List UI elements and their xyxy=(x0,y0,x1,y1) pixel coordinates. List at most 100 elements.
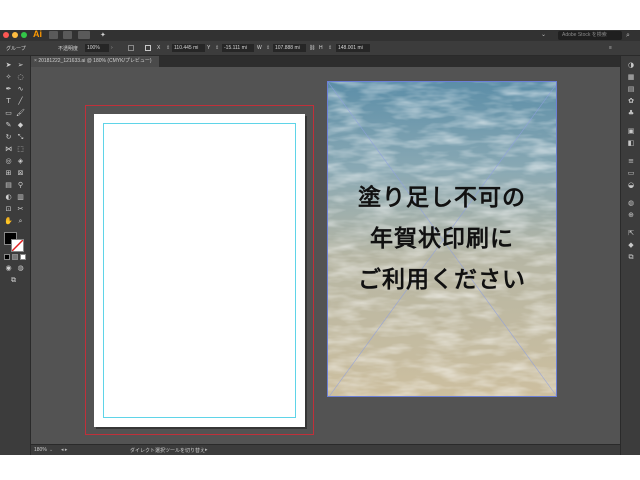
recolor-icon[interactable] xyxy=(128,45,134,51)
opacity-field[interactable]: 100% xyxy=(85,44,109,52)
zoom-level[interactable]: 180% xyxy=(34,447,47,453)
status-play-icon[interactable]: ▸ xyxy=(205,447,208,453)
align-icon[interactable] xyxy=(145,45,151,51)
constrain-proportions-icon[interactable]: ⛓ xyxy=(309,45,315,51)
transparency-panel-icon[interactable]: ◒ xyxy=(627,182,635,189)
gradient-panel-icon[interactable]: ▭ xyxy=(627,170,635,177)
links-panel-icon[interactable]: ⊕ xyxy=(627,212,635,219)
illustrator-window: Ai ✦ ⌄ Adobe Stock を検索 ⌕ グループ 不透明度 100% … xyxy=(0,30,640,455)
direct-selection-tool-icon[interactable]: ➢ xyxy=(16,61,25,70)
artboard-nav-icon[interactable]: ◂ ▸ xyxy=(61,447,67,453)
image-trace-icon[interactable]: ◍ xyxy=(627,200,635,207)
rotate-tool-icon[interactable]: ↻ xyxy=(4,133,13,142)
scale-tool-icon[interactable]: ⤡ xyxy=(16,133,25,142)
gpu-performance-icon[interactable]: ✦ xyxy=(100,31,110,39)
app-logo: Ai xyxy=(33,30,42,39)
document-tab-title: 20181222_121633.ai @ 180% (CMYK/プレビュー) xyxy=(38,58,152,64)
curvature-tool-icon[interactable]: ∿ xyxy=(16,85,25,94)
selection-type-label: グループ xyxy=(6,46,26,52)
color-mode-icon[interactable] xyxy=(4,254,10,260)
lasso-tool-icon[interactable]: ◌ xyxy=(16,73,25,82)
rectangle-tool-icon[interactable]: ▭ xyxy=(4,109,13,118)
opacity-chevron-icon[interactable]: › xyxy=(111,45,113,51)
brushes-panel-icon[interactable]: ✿ xyxy=(627,98,635,105)
control-bar-menu-icon[interactable]: ≡ xyxy=(609,45,612,51)
stock-search-input[interactable]: Adobe Stock を検索 xyxy=(558,31,622,40)
workspace-chevron-icon[interactable]: ⌄ xyxy=(541,31,549,39)
color-guide-icon[interactable]: ▦ xyxy=(627,74,635,81)
mesh-tool-icon[interactable]: ⊠ xyxy=(16,169,25,178)
hand-tool-icon[interactable]: ✋ xyxy=(4,217,13,226)
w-stepper-icon[interactable]: ⇕ xyxy=(266,45,270,51)
magic-wand-tool-icon[interactable]: ✧ xyxy=(4,73,13,82)
artboard-tool-icon[interactable]: ⊡ xyxy=(4,205,13,214)
x-stepper-icon[interactable]: ⇕ xyxy=(166,45,170,51)
pencil-tool-icon[interactable]: ✎ xyxy=(4,121,13,130)
line-tool-icon[interactable]: ╱ xyxy=(16,97,25,106)
graphic-styles-icon[interactable]: ▣ xyxy=(627,128,635,135)
none-mode-icon[interactable] xyxy=(20,254,26,260)
eyedropper-tool-icon[interactable]: ⚲ xyxy=(16,181,25,190)
close-window-button[interactable] xyxy=(3,32,9,38)
control-bar: グループ 不透明度 100% › X ⇕ 110.445 mi Y ⇕ -15.… xyxy=(0,41,640,56)
screen-mode-icon[interactable]: ⧉ xyxy=(9,276,18,285)
gradient-mode-icon[interactable] xyxy=(12,254,18,260)
y-position-field[interactable]: -15.111 mi xyxy=(222,44,254,52)
notice-text-block[interactable]: 塗り足し不可の 年賀状印刷に ご利用ください xyxy=(328,178,556,301)
color-panel-icon[interactable]: ◑ xyxy=(627,62,635,69)
eraser-tool-icon[interactable]: ◆ xyxy=(16,121,25,130)
gradient-tool-icon[interactable]: ▤ xyxy=(4,181,13,190)
symbols-panel-icon[interactable]: ♣ xyxy=(627,110,635,117)
height-field[interactable]: 148.001 mi xyxy=(336,44,370,52)
layers-panel-icon[interactable]: ◆ xyxy=(627,242,635,249)
document-tab-bar: × 20181222_121633.ai @ 180% (CMYK/プレビュー) xyxy=(31,56,620,67)
stroke-panel-icon[interactable]: ≡ xyxy=(627,158,635,165)
arrange-documents-icon[interactable] xyxy=(78,31,90,39)
artboards-panel-icon[interactable]: ⧉ xyxy=(627,254,635,261)
status-bar: 180% ⌄ ◂ ▸ ダイレクト選択ツールを切り替え ▸ xyxy=(31,444,620,455)
type-tool-icon[interactable]: T xyxy=(4,97,13,106)
notice-line-2: 年賀状印刷に xyxy=(370,226,514,252)
export-panel-icon[interactable]: ⇱ xyxy=(627,230,635,237)
paintbrush-tool-icon[interactable]: 🖌 xyxy=(16,109,25,118)
panel-dock: ◑ ▦ ▤ ✿ ♣ ▣ ◧ ≡ ▭ ◒ ◍ ⊕ ⇱ ◆ ⧉ xyxy=(620,56,640,455)
tools-panel: ➤ ➢ ✧ ◌ ✒ ∿ T ╱ ▭ 🖌 ✎ ◆ ↻ ⤡ ⋈ ⬚ ◎ ◈ ⊞ ⊠ … xyxy=(0,56,31,455)
free-transform-tool-icon[interactable]: ⬚ xyxy=(16,145,25,154)
h-stepper-icon[interactable]: ⇕ xyxy=(328,45,332,51)
draw-behind-icon[interactable]: ◍ xyxy=(16,264,25,273)
shape-builder-tool-icon[interactable]: ◎ xyxy=(4,157,13,166)
w-label: W xyxy=(257,45,262,51)
water-photo-group[interactable]: 塗り足し不可の 年賀状印刷に ご利用ください xyxy=(327,81,557,397)
selection-tool-icon[interactable]: ➤ xyxy=(4,61,13,70)
swatches-panel-icon[interactable]: ▤ xyxy=(627,86,635,93)
appearance-panel-icon[interactable]: ◧ xyxy=(627,140,635,147)
stock-icon[interactable] xyxy=(63,31,72,39)
blend-tool-icon[interactable]: ◐ xyxy=(4,193,13,202)
pen-tool-icon[interactable]: ✒ xyxy=(4,85,13,94)
canvas-area[interactable]: 塗り足し不可の 年賀状印刷に ご利用ください xyxy=(31,67,620,444)
perspective-grid-tool-icon[interactable]: ⊞ xyxy=(4,169,13,178)
document-tab[interactable]: × 20181222_121633.ai @ 180% (CMYK/プレビュー) xyxy=(31,56,159,67)
graph-tool-icon[interactable]: ▥ xyxy=(16,193,25,202)
slice-tool-icon[interactable]: ✂ xyxy=(16,205,25,214)
zoom-window-button[interactable] xyxy=(21,32,27,38)
draw-mode-icon[interactable]: ◉ xyxy=(4,264,13,273)
h-label: H xyxy=(319,45,323,51)
width-field[interactable]: 107.888 mi xyxy=(273,44,306,52)
x-label: X xyxy=(157,45,161,51)
notice-line-3: ご利用ください xyxy=(358,267,526,293)
x-position-field[interactable]: 110.445 mi xyxy=(172,44,205,52)
no-stroke-icon xyxy=(12,240,23,251)
zoom-chevron-icon[interactable]: ⌄ xyxy=(49,447,53,453)
live-paint-tool-icon[interactable]: ◈ xyxy=(16,157,25,166)
stroke-swatch[interactable] xyxy=(11,239,24,252)
minimize-window-button[interactable] xyxy=(12,32,18,38)
bridge-icon[interactable] xyxy=(49,31,58,39)
notice-line-1: 塗り足し不可の xyxy=(358,185,526,211)
safe-margin-guide xyxy=(103,123,296,418)
width-tool-icon[interactable]: ⋈ xyxy=(4,145,13,154)
zoom-tool-icon[interactable]: ⌕ xyxy=(16,217,25,226)
y-stepper-icon[interactable]: ⇕ xyxy=(215,45,219,51)
app-bar: Ai ✦ ⌄ Adobe Stock を検索 ⌕ xyxy=(0,30,640,41)
search-icon[interactable]: ⌕ xyxy=(626,31,634,39)
